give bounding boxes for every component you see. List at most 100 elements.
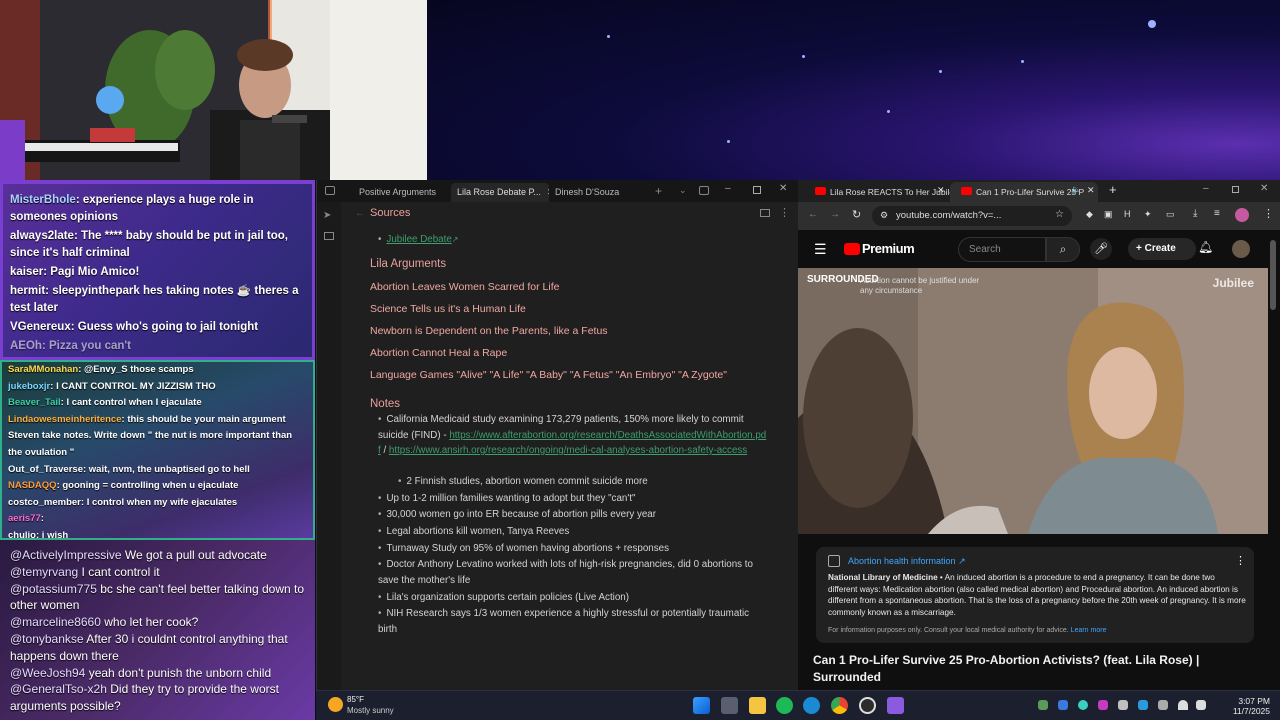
- layout-icon[interactable]: [699, 186, 709, 195]
- tab-lila-rose-reacts[interactable]: Lila Rose REACTS To Her Jubilee: [804, 182, 952, 202]
- file-explorer-icon[interactable]: [749, 697, 766, 714]
- more-options-icon[interactable]: ⋮: [779, 206, 790, 219]
- chat-username[interactable]: Lindaowesmeinheritence: [8, 414, 122, 425]
- extension-icon[interactable]: ◆: [1086, 209, 1093, 220]
- minimize-icon[interactable]: –: [725, 183, 731, 194]
- tray-icon[interactable]: [1098, 700, 1108, 710]
- chat-username[interactable]: @ActivelyImpressive: [10, 548, 122, 562]
- ansirh-link[interactable]: https://www.ansirh.org/research/ongoing/…: [389, 445, 747, 456]
- profile-avatar[interactable]: [1235, 208, 1249, 222]
- send-icon[interactable]: ➤: [323, 210, 331, 221]
- learn-more-link[interactable]: Learn more: [1071, 627, 1107, 634]
- create-button[interactable]: + Create: [1128, 238, 1196, 260]
- reading-view-icon[interactable]: [760, 209, 770, 217]
- speaker-icon[interactable]: 🔈: [1071, 185, 1081, 194]
- new-tab-icon[interactable]: +: [655, 184, 662, 198]
- tab-positive-arguments[interactable]: Positive Arguments: [353, 183, 443, 202]
- tab-dinesh-dsouza[interactable]: Dinesh D'Souza: [549, 183, 639, 202]
- search-input[interactable]: Search: [958, 237, 1046, 262]
- chat-text: gooning = controlling when u ejaculate: [62, 480, 239, 492]
- chat-username[interactable]: costco_member: [8, 497, 81, 508]
- jubilee-watermark: Jubilee: [1212, 276, 1254, 290]
- chat-username[interactable]: Out_of_Traverse: [8, 464, 83, 475]
- microphone-icon[interactable]: 🎤︎: [1090, 238, 1112, 260]
- chat-username[interactable]: @potassium775: [10, 582, 97, 596]
- menu-icon[interactable]: ⋮: [1263, 207, 1274, 220]
- scrollbar[interactable]: [1270, 240, 1276, 310]
- windows-start-icon[interactable]: [693, 697, 710, 714]
- weather-temp[interactable]: 85°F: [347, 695, 364, 704]
- chat-username[interactable]: chulio: [8, 530, 36, 538]
- tray-icon[interactable]: [1158, 700, 1168, 710]
- jubilee-debate-link[interactable]: Jubilee Debate: [386, 234, 451, 245]
- split-view-icon[interactable]: ▭: [1166, 209, 1175, 220]
- edge-icon[interactable]: [803, 697, 820, 714]
- chrome-icon[interactable]: [831, 697, 848, 714]
- more-options-icon[interactable]: ⋮: [1235, 554, 1246, 567]
- extension-icon[interactable]: H: [1124, 209, 1131, 219]
- hamburger-menu-icon[interactable]: ☰: [814, 241, 827, 258]
- window-close-icon[interactable]: ✕: [779, 183, 787, 194]
- argument-item[interactable]: Abortion Cannot Heal a Rape: [370, 347, 507, 359]
- argument-item[interactable]: Science Tells us it's a Human Life: [370, 303, 526, 315]
- avatar[interactable]: [1232, 240, 1250, 258]
- weather-desc[interactable]: Mostly sunny: [347, 706, 394, 715]
- notifications-icon[interactable]: 🔔︎: [1198, 240, 1213, 254]
- tray-icon[interactable]: [1058, 700, 1068, 710]
- search-button[interactable]: ⌕: [1046, 237, 1080, 262]
- argument-item[interactable]: Newborn is Dependent on the Parents, lik…: [370, 325, 608, 337]
- site-info-icon[interactable]: ⚙: [880, 210, 888, 221]
- argument-item[interactable]: Abortion Leaves Women Scarred for Life: [370, 281, 560, 293]
- maximize-icon[interactable]: [753, 186, 761, 194]
- back-icon[interactable]: ←: [808, 209, 818, 220]
- extension-icon[interactable]: ▣: [1104, 209, 1113, 220]
- chevron-down-icon[interactable]: ⌄: [679, 185, 687, 196]
- minimize-icon[interactable]: –: [1203, 183, 1209, 194]
- chat-message: Out_of_Traverse: wait, nvm, the unbaptis…: [8, 463, 250, 475]
- system-clock[interactable]: 3:07 PM 11/7/2025: [1233, 696, 1270, 716]
- star-icon[interactable]: ☆: [1055, 209, 1064, 220]
- tab-lila-rose-debate[interactable]: Lila Rose Debate P...✕: [451, 183, 549, 202]
- spotify-icon[interactable]: [776, 697, 793, 714]
- chat-username[interactable]: @GeneralTso-x2h: [10, 682, 107, 696]
- info-panel-title[interactable]: Abortion health information ↗: [848, 556, 966, 567]
- tray-icon[interactable]: [1038, 700, 1048, 710]
- back-arrow-icon[interactable]: ←: [355, 208, 365, 219]
- video-player[interactable]: SURROUNDED Abortion cannot be justified …: [798, 268, 1268, 534]
- media-icon[interactable]: ≡: [1214, 208, 1220, 219]
- tray-icon[interactable]: [1138, 700, 1148, 710]
- chat-username[interactable]: Beaver_Tail: [8, 397, 61, 408]
- close-icon[interactable]: ✕: [937, 185, 945, 196]
- download-icon[interactable]: ⤓: [1193, 208, 1197, 219]
- chat-username[interactable]: jukeboxjr: [8, 381, 50, 392]
- chat-username[interactable]: aeris77: [8, 513, 41, 524]
- window-close-icon[interactable]: ✕: [1260, 183, 1268, 194]
- task-view-icon[interactable]: [721, 697, 738, 714]
- app-icon[interactable]: [887, 697, 904, 714]
- volume-icon[interactable]: [1196, 700, 1206, 710]
- maximize-icon[interactable]: [1232, 186, 1239, 193]
- sidebar-toggle-icon[interactable]: [325, 186, 335, 195]
- tray-icon[interactable]: [1118, 700, 1128, 710]
- forward-icon[interactable]: →: [830, 209, 840, 220]
- pages-icon[interactable]: [324, 232, 334, 240]
- chat-username[interactable]: SaraMMonahan: [8, 364, 78, 375]
- chat-username[interactable]: @marceline8660: [10, 615, 101, 629]
- chat-username[interactable]: @temyrvang: [10, 565, 78, 579]
- weather-icon[interactable]: [328, 697, 343, 712]
- chat-username[interactable]: @tonybankse: [10, 632, 84, 646]
- chat-username[interactable]: NASDAQQ: [8, 480, 57, 491]
- space-background: [427, 0, 1280, 180]
- wifi-icon[interactable]: [1178, 700, 1188, 710]
- youtube-logo[interactable]: [844, 243, 860, 255]
- reload-icon[interactable]: ↻: [852, 208, 861, 221]
- argument-item[interactable]: Language Games "Alive" "A Life" "A Baby"…: [370, 369, 727, 381]
- tray-icon[interactable]: [1078, 700, 1088, 710]
- note-content: ← → ⋮ Sources • Jubilee Debate↗ Lila Argu…: [341, 202, 798, 690]
- puzzle-icon[interactable]: ✦: [1144, 209, 1152, 220]
- obs-icon[interactable]: [859, 697, 876, 714]
- chat-username[interactable]: @WeeJosh94: [10, 666, 85, 680]
- address-bar[interactable]: ⚙ youtube.com/watch?v=... ☆: [872, 206, 1072, 226]
- new-tab-icon[interactable]: +: [1109, 182, 1117, 197]
- close-icon[interactable]: ✕: [1087, 185, 1095, 196]
